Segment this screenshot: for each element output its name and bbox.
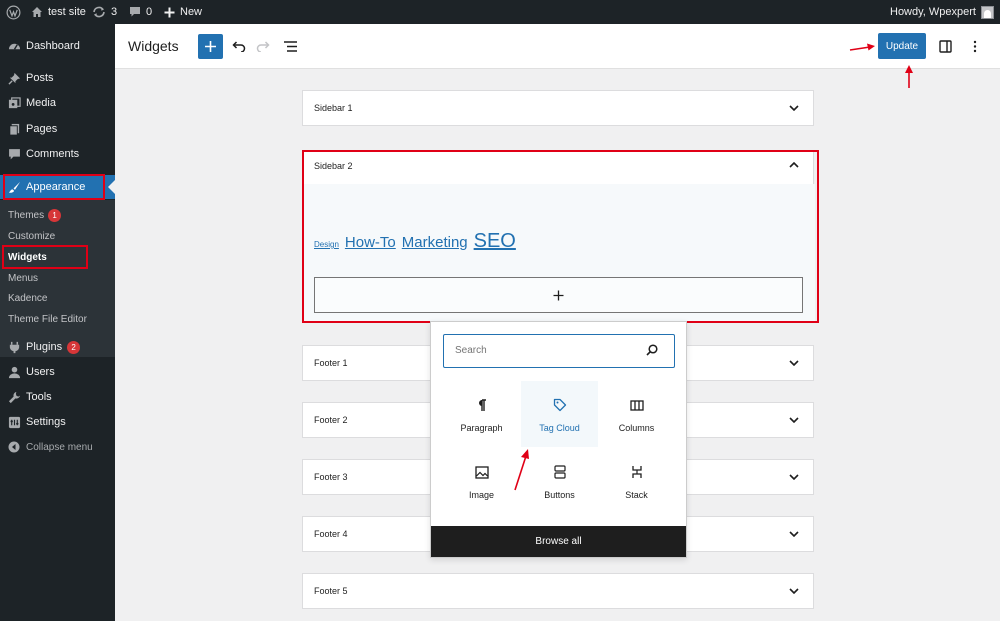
submenu-item-theme-file-editor[interactable]: Theme File Editor	[8, 309, 87, 329]
chevron-down-icon	[789, 474, 799, 480]
plug-icon	[5, 341, 23, 354]
chevron-down-icon	[789, 105, 799, 111]
pages-icon	[5, 123, 23, 136]
submenu-item-menus[interactable]: Menus	[8, 268, 38, 288]
search-input[interactable]	[445, 336, 630, 365]
comment-icon	[5, 148, 23, 161]
comments-count: 0	[146, 6, 153, 18]
block-stack[interactable]: Stack	[598, 448, 675, 514]
menu-item-tools[interactable]: Tools	[0, 385, 115, 409]
pin-icon	[5, 72, 23, 85]
menu-item-users[interactable]: Users	[0, 360, 115, 384]
list-view-icon	[283, 40, 297, 52]
image-icon	[474, 463, 489, 481]
tag-icon	[553, 396, 567, 414]
block-tag-cloud[interactable]: Tag Cloud	[521, 381, 598, 447]
plugins-update-badge: 2	[67, 340, 81, 354]
annotation-highlight-widgets	[2, 245, 88, 269]
paragraph-icon	[477, 396, 487, 414]
new-content-link[interactable]: New	[164, 0, 202, 24]
themes-update-badge: 1	[48, 208, 62, 222]
menu-item-dashboard[interactable]: Dashboard	[0, 34, 115, 58]
users-icon	[5, 366, 23, 379]
menu-item-media[interactable]: Media	[0, 91, 115, 115]
updates-count: 3	[111, 6, 118, 18]
avatar	[981, 5, 994, 19]
widget-area-footer-5[interactable]: Footer 5	[302, 573, 814, 609]
collapse-icon	[5, 441, 23, 453]
annotation-highlight-appearance	[3, 174, 105, 200]
redo-button[interactable]	[253, 36, 273, 56]
menu-item-comments[interactable]: Comments	[0, 142, 115, 166]
undo-button[interactable]	[229, 36, 249, 56]
wordpress-logo-icon[interactable]	[6, 0, 21, 24]
appearance-submenu: Themes 1 Customize Widgets Menus Kadence…	[0, 200, 115, 357]
chevron-down-icon	[789, 360, 799, 366]
comments-link[interactable]: 0	[129, 0, 152, 24]
howdy-text: Howdy, Wpexpert	[890, 6, 976, 18]
inserter-search	[443, 334, 675, 368]
menu-item-posts[interactable]: Posts	[0, 66, 115, 90]
wrench-icon	[5, 391, 23, 404]
sidebar-icon	[938, 39, 952, 53]
new-label: New	[180, 6, 203, 18]
more-vertical-icon	[973, 40, 977, 52]
comment-icon	[129, 6, 141, 18]
widget-area-sidebar-1[interactable]: Sidebar 1	[302, 90, 814, 126]
page-title: Widgets	[128, 38, 179, 54]
chevron-down-icon	[789, 531, 799, 537]
menu-item-plugins[interactable]: Plugins 2	[0, 335, 115, 359]
block-image[interactable]: Image	[443, 448, 520, 514]
admin-bar: test site 3 0 New Howdy, Wpexpert	[0, 0, 1000, 24]
submenu-item-kadence[interactable]: Kadence	[8, 288, 47, 308]
buttons-icon	[553, 463, 566, 481]
menu-item-pages[interactable]: Pages	[0, 117, 115, 141]
search-icon	[646, 344, 658, 356]
site-name-link[interactable]: test site	[31, 0, 86, 24]
chevron-down-icon	[789, 588, 799, 594]
options-menu-button[interactable]	[965, 36, 985, 56]
menu-item-settings[interactable]: Settings	[0, 410, 115, 434]
plus-icon	[164, 7, 175, 18]
site-name: test site	[48, 6, 86, 18]
updates-icon	[92, 6, 106, 18]
annotation-highlight-sidebar-2	[302, 150, 819, 323]
media-icon	[5, 96, 23, 110]
annotation-arrow-up	[905, 65, 913, 88]
columns-icon	[629, 396, 644, 414]
admin-side-menu: Dashboard Posts Media Pages Comments App…	[0, 24, 115, 621]
block-columns[interactable]: Columns	[598, 381, 675, 447]
browse-all-button[interactable]: Browse all	[431, 526, 686, 557]
home-icon	[31, 6, 43, 18]
dashboard-icon	[5, 40, 23, 53]
add-block-button[interactable]	[198, 34, 223, 59]
collapse-menu-button[interactable]: Collapse menu	[0, 435, 115, 459]
account-menu[interactable]: Howdy, Wpexpert	[890, 0, 994, 24]
settings-sidebar-toggle[interactable]	[935, 36, 955, 56]
updates-link[interactable]: 3	[92, 0, 117, 24]
chevron-down-icon	[789, 417, 799, 423]
redo-icon	[256, 41, 270, 52]
update-button[interactable]: Update	[878, 33, 926, 59]
stack-icon	[631, 463, 643, 481]
block-inserter-popover: Paragraph Tag Cloud Columns Image Button…	[430, 321, 687, 558]
submenu-item-themes[interactable]: Themes 1	[8, 205, 62, 225]
plus-icon	[205, 41, 216, 52]
block-paragraph[interactable]: Paragraph	[443, 381, 520, 447]
annotation-arrow-right	[849, 43, 875, 51]
annotation-arrow-tag-cloud	[514, 449, 529, 491]
submenu-item-customize[interactable]: Customize	[8, 226, 55, 246]
list-view-button[interactable]	[279, 36, 301, 56]
settings-icon	[5, 416, 23, 429]
undo-icon	[232, 41, 246, 52]
